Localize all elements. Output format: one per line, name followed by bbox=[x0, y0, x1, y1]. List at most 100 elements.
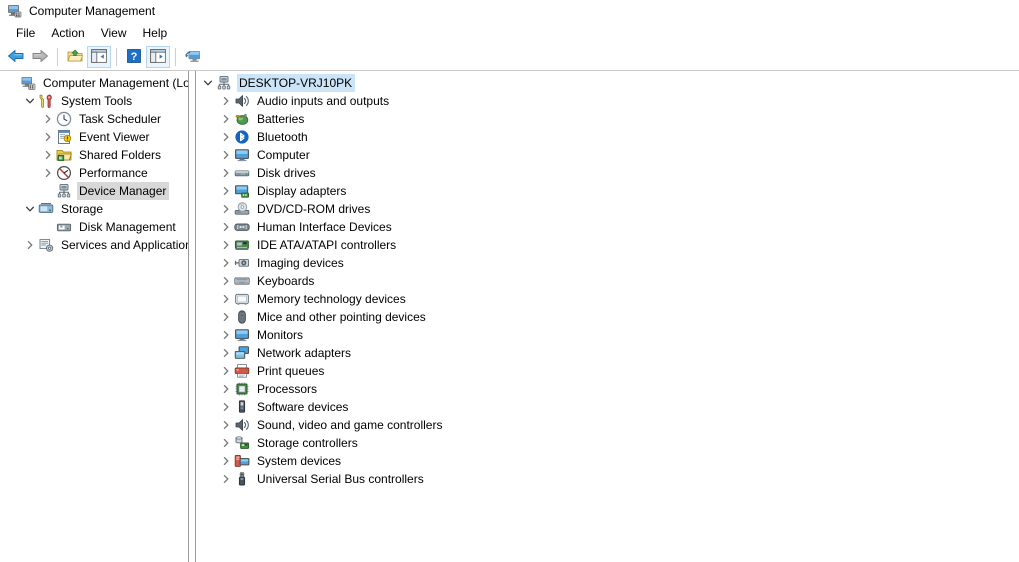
speaker-icon bbox=[234, 93, 250, 109]
device-tree-item[interactable]: Software devices bbox=[196, 398, 1019, 416]
chevron-right-icon[interactable] bbox=[218, 272, 234, 290]
device-tree-item[interactable]: Audio inputs and outputs bbox=[196, 92, 1019, 110]
chevron-right-icon[interactable] bbox=[22, 236, 38, 254]
chevron-down-icon[interactable] bbox=[22, 200, 38, 218]
chevron-right-icon[interactable] bbox=[218, 254, 234, 272]
properties-button[interactable] bbox=[146, 46, 170, 68]
device-tree-item[interactable]: Computer bbox=[196, 146, 1019, 164]
device-tree-item[interactable]: Sound, video and game controllers bbox=[196, 416, 1019, 434]
console-tree-item[interactable]: Computer Management (Local bbox=[0, 74, 188, 92]
system-tools-icon bbox=[38, 93, 54, 109]
device-tree-item[interactable]: DESKTOP-VRJ10PK bbox=[196, 74, 1019, 92]
device-tree-item[interactable]: Batteries bbox=[196, 110, 1019, 128]
forward-button[interactable] bbox=[28, 46, 52, 68]
chevron-right-icon[interactable] bbox=[218, 218, 234, 236]
console-tree-item-label: Performance bbox=[79, 166, 148, 180]
chevron-right-icon[interactable] bbox=[40, 146, 56, 164]
device-tree-item[interactable]: Universal Serial Bus controllers bbox=[196, 470, 1019, 488]
chevron-right-icon[interactable] bbox=[40, 110, 56, 128]
device-tree-item[interactable]: System devices bbox=[196, 452, 1019, 470]
show-hide-tree-button[interactable] bbox=[87, 46, 111, 68]
device-tree-item[interactable]: Imaging devices bbox=[196, 254, 1019, 272]
console-tree-item[interactable]: Task Scheduler bbox=[0, 110, 188, 128]
back-button[interactable] bbox=[4, 46, 28, 68]
console-tree-item[interactable]: Disk Management bbox=[0, 218, 188, 236]
chevron-right-icon[interactable] bbox=[218, 92, 234, 110]
device-tree-item[interactable]: Disk drives bbox=[196, 164, 1019, 182]
chevron-right-icon[interactable] bbox=[218, 380, 234, 398]
console-tree-item[interactable]: Storage bbox=[0, 200, 188, 218]
chevron-right-icon[interactable] bbox=[218, 470, 234, 488]
chevron-down-icon[interactable] bbox=[200, 74, 216, 92]
up-one-level-button[interactable] bbox=[63, 46, 87, 68]
device-tree-item[interactable]: Storage controllers bbox=[196, 434, 1019, 452]
device-tree-item-label: Print queues bbox=[257, 364, 325, 378]
console-tree-item-label: Computer Management (Local bbox=[43, 76, 189, 90]
device-manager-pane[interactable]: DESKTOP-VRJ10PK Audio inputs and outputs B… bbox=[196, 71, 1019, 562]
chevron-right-icon[interactable] bbox=[218, 200, 234, 218]
speaker-icon bbox=[234, 417, 250, 433]
device-tree-item[interactable]: Display adapters bbox=[196, 182, 1019, 200]
chevron-right-icon[interactable] bbox=[218, 110, 234, 128]
chevron-right-icon[interactable] bbox=[218, 398, 234, 416]
imaging-device-icon bbox=[234, 255, 250, 271]
chevron-right-icon[interactable] bbox=[218, 434, 234, 452]
device-tree-item[interactable]: Network adapters bbox=[196, 344, 1019, 362]
device-tree-item[interactable]: Mice and other pointing devices bbox=[196, 308, 1019, 326]
console-tree-item[interactable]: Performance bbox=[0, 164, 188, 182]
display-console-icon bbox=[185, 48, 201, 67]
computer-node-icon bbox=[216, 75, 232, 91]
device-tree-item[interactable]: Processors bbox=[196, 380, 1019, 398]
console-tree-item[interactable]: Services and Applications bbox=[0, 236, 188, 254]
computer-management-icon bbox=[20, 75, 36, 91]
console-tree-item-label: Shared Folders bbox=[79, 148, 162, 162]
chevron-right-icon[interactable] bbox=[40, 128, 56, 146]
menu-file[interactable]: File bbox=[8, 23, 43, 43]
console-tree-item[interactable]: Shared Folders bbox=[0, 146, 188, 164]
device-tree-item[interactable]: Monitors bbox=[196, 326, 1019, 344]
chevron-right-icon[interactable] bbox=[218, 164, 234, 182]
device-tree-item-label: Universal Serial Bus controllers bbox=[257, 472, 424, 486]
scan-hardware-button[interactable] bbox=[181, 46, 205, 68]
console-tree-item-label: System Tools bbox=[61, 94, 133, 108]
chevron-right-icon[interactable] bbox=[218, 182, 234, 200]
chevron-right-icon[interactable] bbox=[40, 164, 56, 182]
chevron-right-icon[interactable] bbox=[218, 452, 234, 470]
chevron-right-icon[interactable] bbox=[218, 236, 234, 254]
console-tree-item[interactable]: Device Manager bbox=[0, 182, 188, 200]
ide-controller-icon bbox=[234, 237, 250, 253]
device-tree-item[interactable]: Print queues bbox=[196, 362, 1019, 380]
device-tree-item[interactable]: Bluetooth bbox=[196, 128, 1019, 146]
chevron-down-icon[interactable] bbox=[22, 92, 38, 110]
chevron-right-icon[interactable] bbox=[218, 128, 234, 146]
window-title: Computer Management bbox=[29, 4, 156, 18]
chevron-right-icon[interactable] bbox=[218, 146, 234, 164]
chevron-right-icon[interactable] bbox=[218, 290, 234, 308]
menu-view[interactable]: View bbox=[93, 23, 135, 43]
content-panes: Computer Management (Local System Tools Ta… bbox=[0, 71, 1019, 562]
chevron-right-icon[interactable] bbox=[218, 362, 234, 380]
chevron-right-icon[interactable] bbox=[218, 416, 234, 434]
device-tree: DESKTOP-VRJ10PK Audio inputs and outputs B… bbox=[196, 74, 1019, 488]
device-tree-item[interactable]: Memory technology devices bbox=[196, 290, 1019, 308]
pane-splitter[interactable] bbox=[189, 71, 196, 562]
device-tree-item[interactable]: Keyboards bbox=[196, 272, 1019, 290]
help-button[interactable]: ? bbox=[122, 46, 146, 68]
chevron-right-icon[interactable] bbox=[218, 344, 234, 362]
console-tree-pane[interactable]: Computer Management (Local System Tools Ta… bbox=[0, 71, 189, 562]
menu-help[interactable]: Help bbox=[135, 23, 176, 43]
chevron-right-icon[interactable] bbox=[218, 326, 234, 344]
menu-action[interactable]: Action bbox=[43, 23, 92, 43]
device-tree-item[interactable]: Human Interface Devices bbox=[196, 218, 1019, 236]
device-tree-item[interactable]: DVD/CD-ROM drives bbox=[196, 200, 1019, 218]
toolbar-separator-3 bbox=[175, 48, 176, 66]
console-tree-item[interactable]: System Tools bbox=[0, 92, 188, 110]
device-tree-item-label: Processors bbox=[257, 382, 318, 396]
console-tree-item[interactable]: Event Viewer bbox=[0, 128, 188, 146]
device-tree-item[interactable]: IDE ATA/ATAPI controllers bbox=[196, 236, 1019, 254]
memory-device-icon bbox=[234, 291, 250, 307]
console-tree-item-label: Task Scheduler bbox=[79, 112, 162, 126]
toolbar-separator-1 bbox=[57, 48, 58, 66]
chevron-right-icon[interactable] bbox=[218, 308, 234, 326]
